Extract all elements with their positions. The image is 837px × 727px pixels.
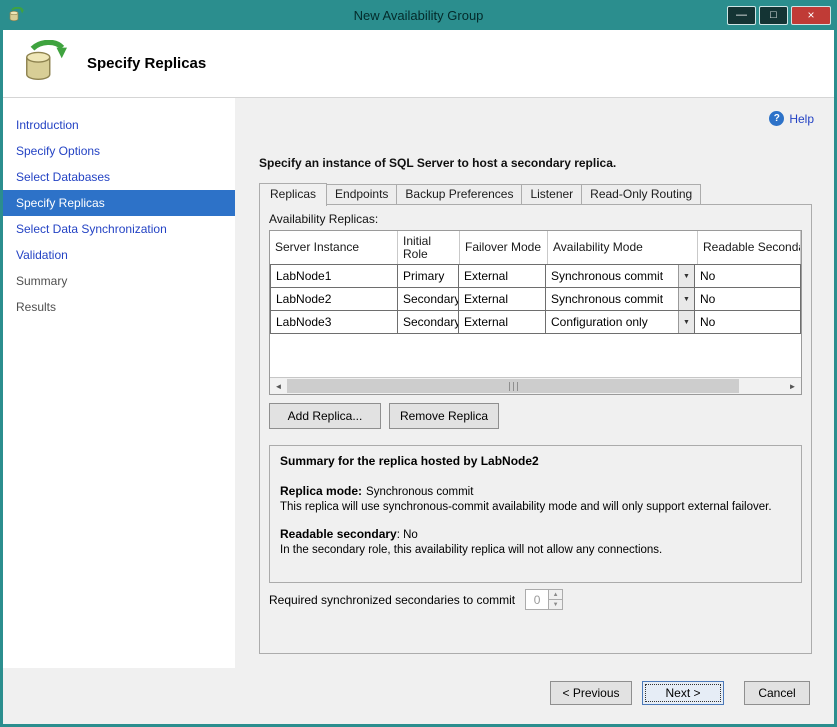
cell-failover-mode[interactable]: External <box>458 310 546 334</box>
grid-empty-area <box>270 334 801 377</box>
dialog-body: Specify Replicas Introduction Specify Op… <box>3 30 834 724</box>
summary-title: Summary for the replica hosted by LabNod… <box>280 454 791 468</box>
chevron-down-icon[interactable]: ▼ <box>678 311 694 333</box>
titlebar: New Availability Group — □ × <box>3 0 834 30</box>
required-secondaries-stepper: 0 ▲ ▼ <box>525 589 563 610</box>
required-secondaries-row: Required synchronized secondaries to com… <box>269 589 563 610</box>
sidebar-item-specify-replicas[interactable]: Specify Replicas <box>3 190 235 216</box>
availability-mode-value: Synchronous commit <box>546 269 663 283</box>
readable-secondary-value: : No <box>397 529 418 541</box>
scrollbar-grip-icon <box>509 382 518 391</box>
cell-server-instance[interactable]: LabNode3 <box>270 310 398 334</box>
cell-failover-mode[interactable]: External <box>458 287 546 311</box>
cancel-button[interactable]: Cancel <box>744 681 810 705</box>
cell-readable-secondary[interactable]: No <box>694 310 801 334</box>
availability-group-icon <box>21 40 67 86</box>
availability-mode-select[interactable]: Synchronous commit ▼ <box>545 264 695 288</box>
page-title: Specify Replicas <box>87 55 206 72</box>
required-secondaries-value: 0 <box>526 590 548 609</box>
spin-down-icon: ▼ <box>549 600 562 609</box>
table-row[interactable]: LabNode1 Primary External Synchronous co… <box>270 264 801 288</box>
cell-server-instance[interactable]: LabNode1 <box>270 264 398 288</box>
instruction-text: Specify an instance of SQL Server to hos… <box>259 156 616 170</box>
app-icon <box>8 7 24 23</box>
replicas-tab-panel: Availability Replicas: Server Instance I… <box>259 204 812 654</box>
grid-header-row: Server Instance Initial Role Failover Mo… <box>270 231 801 265</box>
table-row[interactable]: LabNode3 Secondary External Configuratio… <box>270 310 801 334</box>
sidebar-item-summary: Summary <box>3 268 235 294</box>
cell-failover-mode[interactable]: External <box>458 264 546 288</box>
required-secondaries-label: Required synchronized secondaries to com… <box>269 593 515 607</box>
table-row[interactable]: LabNode2 Secondary External Synchronous … <box>270 287 801 311</box>
remove-replica-button[interactable]: Remove Replica <box>389 403 499 429</box>
close-button[interactable]: × <box>791 6 831 25</box>
wizard-steps-sidebar: Introduction Specify Options Select Data… <box>3 98 235 668</box>
cell-initial-role[interactable]: Primary <box>397 264 459 288</box>
column-header-failover-mode: Failover Mode <box>460 231 548 265</box>
cell-server-instance[interactable]: LabNode2 <box>270 287 398 311</box>
replica-summary-box: Summary for the replica hosted by LabNod… <box>269 445 802 583</box>
horizontal-scrollbar[interactable]: ◄ ► <box>270 377 801 394</box>
sidebar-item-select-databases[interactable]: Select Databases <box>3 164 235 190</box>
window-title: New Availability Group <box>3 8 834 23</box>
replica-mode-value: Synchronous commit <box>366 486 473 498</box>
sidebar-item-specify-options[interactable]: Specify Options <box>3 138 235 164</box>
tab-endpoints[interactable]: Endpoints <box>327 184 397 205</box>
column-header-initial-role: Initial Role <box>398 231 460 265</box>
tab-backup-preferences[interactable]: Backup Preferences <box>397 184 522 205</box>
main-content: ? Help Specify an instance of SQL Server… <box>235 98 834 668</box>
wizard-footer: < Previous Next > Cancel <box>3 668 834 724</box>
readable-secondary-label: Readable secondary <box>280 527 397 541</box>
cell-readable-secondary[interactable]: No <box>694 287 801 311</box>
availability-mode-select[interactable]: Synchronous commit ▼ <box>545 287 695 311</box>
cell-readable-secondary[interactable]: No <box>694 264 801 288</box>
replica-mode-description: This replica will use synchronous-commit… <box>280 500 791 515</box>
spin-up-icon: ▲ <box>549 590 562 600</box>
horizontal-scrollbar-thumb[interactable] <box>287 379 739 393</box>
tab-strip: Replicas Endpoints Backup Preferences Li… <box>259 183 701 206</box>
sidebar-item-results: Results <box>3 294 235 320</box>
chevron-down-icon[interactable]: ▼ <box>678 265 694 287</box>
sidebar-item-introduction[interactable]: Introduction <box>3 112 235 138</box>
scroll-right-icon[interactable]: ► <box>784 378 801 394</box>
tab-listener[interactable]: Listener <box>522 184 582 205</box>
help-link[interactable]: ? Help <box>769 111 814 126</box>
cell-initial-role[interactable]: Secondary <box>397 287 459 311</box>
availability-replicas-label: Availability Replicas: <box>269 212 378 226</box>
column-header-readable-secondary: Readable Secondary <box>698 231 801 265</box>
wizard-header: Specify Replicas <box>3 30 834 98</box>
tab-read-only-routing[interactable]: Read-Only Routing <box>582 184 701 205</box>
readable-secondary-description: In the secondary role, this availability… <box>280 543 791 558</box>
tab-replicas[interactable]: Replicas <box>259 183 327 206</box>
previous-button[interactable]: < Previous <box>550 681 632 705</box>
sidebar-item-select-data-synchronization[interactable]: Select Data Synchronization <box>3 216 235 242</box>
next-button[interactable]: Next > <box>642 681 724 705</box>
new-availability-group-window: New Availability Group — □ × Specify Rep… <box>0 0 837 727</box>
availability-mode-value: Synchronous commit <box>546 292 663 306</box>
sidebar-item-validation[interactable]: Validation <box>3 242 235 268</box>
help-icon: ? <box>769 111 784 126</box>
add-replica-button[interactable]: Add Replica... <box>269 403 381 429</box>
availability-mode-value: Configuration only <box>546 315 648 329</box>
column-header-server-instance: Server Instance <box>270 231 398 265</box>
scroll-left-icon[interactable]: ◄ <box>270 378 287 394</box>
maximize-button[interactable]: □ <box>759 6 788 25</box>
help-label: Help <box>789 112 814 126</box>
column-header-availability-mode: Availability Mode <box>548 231 698 265</box>
replica-mode-label: Replica mode: <box>280 484 362 498</box>
cell-initial-role[interactable]: Secondary <box>397 310 459 334</box>
minimize-button[interactable]: — <box>727 6 756 25</box>
availability-mode-select[interactable]: Configuration only ▼ <box>545 310 695 334</box>
chevron-down-icon[interactable]: ▼ <box>678 288 694 310</box>
availability-replicas-grid: Server Instance Initial Role Failover Mo… <box>269 230 802 395</box>
